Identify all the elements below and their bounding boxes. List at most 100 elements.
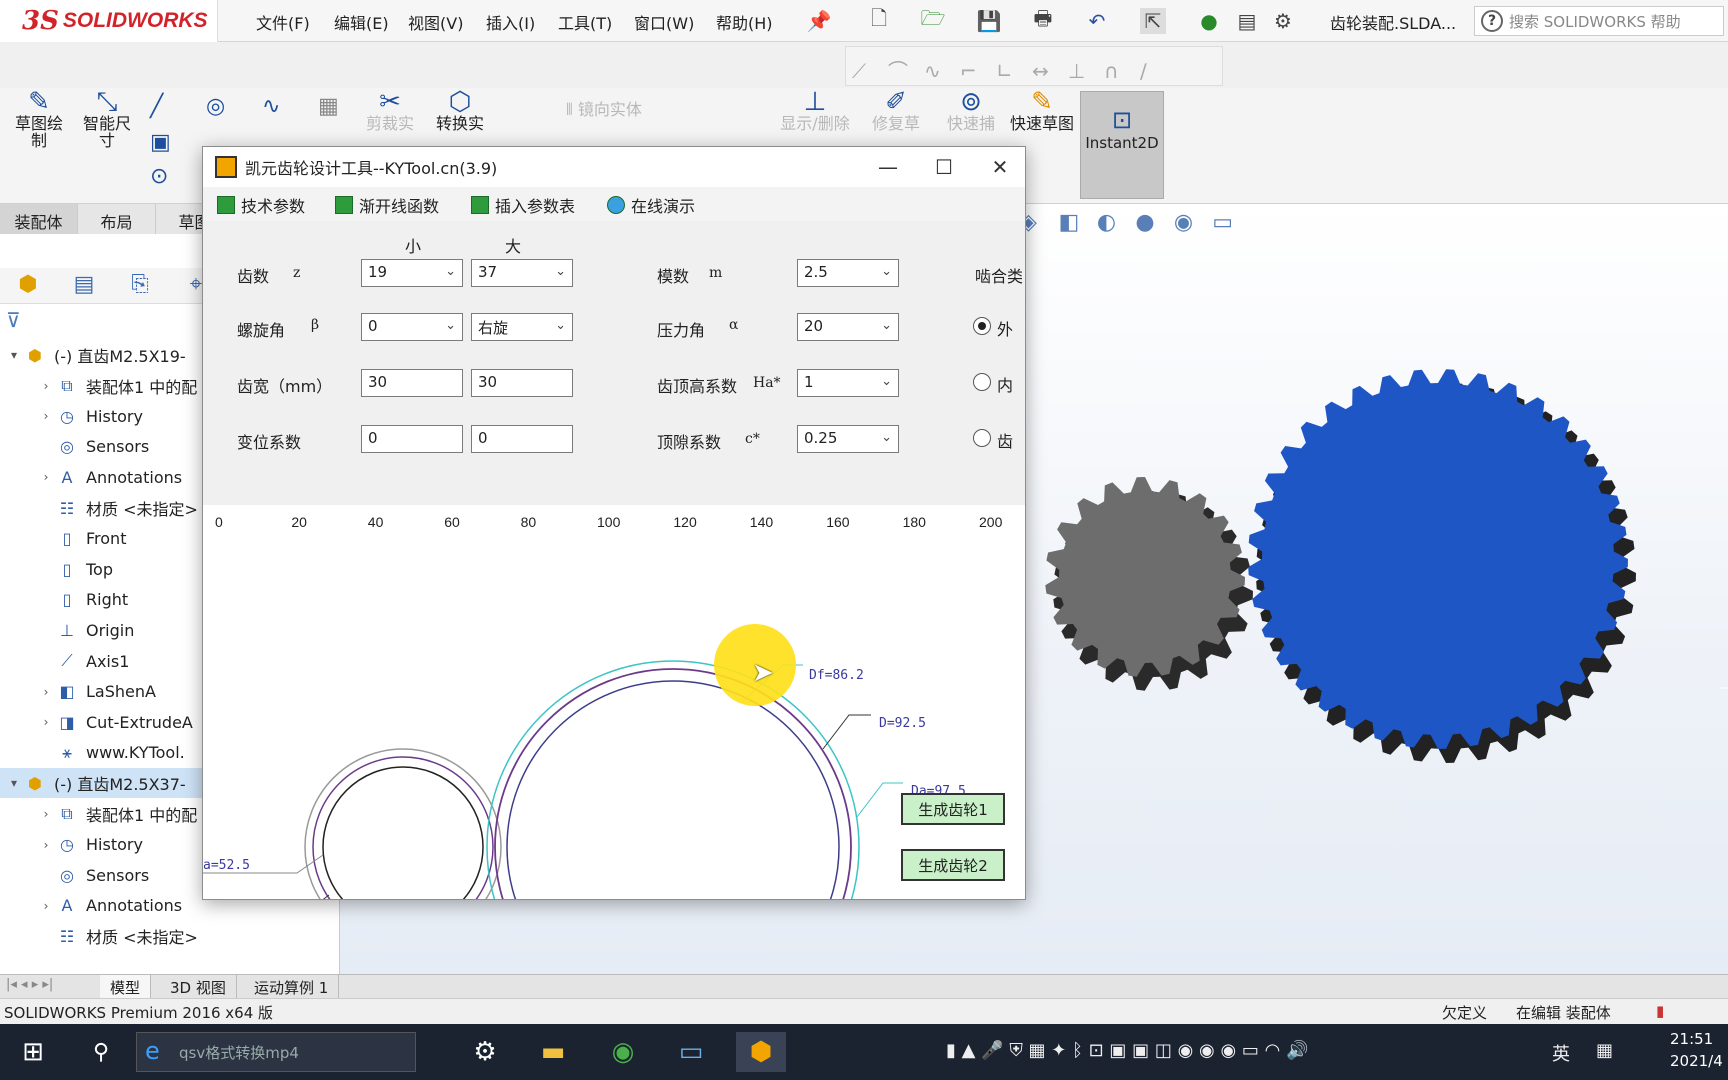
kytool-taskbar-icon[interactable]: ⬢ [736,1032,786,1072]
circle-icon[interactable]: ◎ [206,94,225,119]
grid-icon[interactable]: ▦ [318,94,339,119]
rebuild-icon[interactable]: ● [1196,8,1222,34]
expand-arrow-icon[interactable]: › [38,899,54,913]
menu-insert-table[interactable]: 插入参数表 [471,193,575,217]
sketch-arc-icon[interactable]: ⌒ [888,55,916,84]
tab-motion-study[interactable]: 运动算例 1 [244,975,340,999]
pressure-angle-select[interactable]: 20 ⌄ [797,313,899,341]
repair-sketch-button[interactable]: ✐ 修复草 [866,89,926,132]
clearance-coef-select[interactable]: 0.25 ⌄ [797,425,899,453]
expand-arrow-icon[interactable]: › [38,838,54,852]
tree-item[interactable]: ☷ 材质 <未指定> [0,921,340,951]
line-icon[interactable]: ╱ [150,94,163,119]
addendum-coef-select[interactable]: 1 ⌄ [797,369,899,397]
large-gear[interactable] [1248,369,1636,763]
expand-arrow-icon[interactable]: › [38,409,54,423]
open-file-icon[interactable]: 🗁 [920,6,946,34]
expand-arrow-icon[interactable]: ▾ [6,776,22,790]
convert-button[interactable]: ⬡ 转换实 [428,89,492,132]
sketch-slot-icon[interactable]: ∕ [1140,59,1168,83]
menu-edit[interactable]: 编辑(E) [334,10,389,34]
appearance-icon[interactable]: ● [1135,210,1169,235]
tab-layout[interactable]: 布局 [78,204,156,234]
expand-arrow-icon[interactable]: › [38,715,54,729]
expand-arrow-icon[interactable]: › [38,807,54,821]
mesh-rack-option[interactable]: 齿轮 [971,429,1025,449]
trim-button[interactable]: ✂ 剪裁实 [360,89,420,132]
menu-view[interactable]: 视图(V) [408,10,463,34]
menu-help[interactable]: 帮助(H) [716,10,773,34]
sketch-chamfer-icon[interactable]: ∟ [996,59,1024,83]
teeth-large-select[interactable]: 37 ⌄ [471,259,573,287]
teeth-small-select[interactable]: 19 ⌄ [361,259,463,287]
configuration-manager-icon[interactable]: ⎘ [120,272,160,300]
select-icon[interactable]: ⇱ [1140,8,1166,34]
sketch-relation-icon[interactable]: ⊥ [1068,59,1096,83]
radio-rack[interactable] [973,429,991,447]
tab-assembly[interactable]: 装配体 [0,204,78,234]
feature-manager-icon[interactable]: ⬢ [8,272,48,300]
module-select[interactable]: 2.5 ⌄ [797,259,899,287]
width-large-input[interactable]: 30 [471,369,573,397]
sketch-dim-icon[interactable]: ↔ [1032,59,1060,83]
mirror-entities-button[interactable]: ⫴ 镜向实体 [566,96,642,120]
browser-app-icon[interactable]: ◉ [598,1032,648,1072]
undo-icon[interactable]: ↶ [1084,8,1110,34]
tab-model[interactable]: 模型 [100,975,152,999]
minimize-button[interactable]: — [863,147,913,187]
ime-indicator[interactable]: 英 [1552,1040,1570,1066]
menu-tools[interactable]: 工具(T) [558,10,612,34]
window-app-icon[interactable]: ▭ [666,1032,716,1072]
taskbar-search-input[interactable]: e qsv格式转换mp4 [136,1032,416,1072]
tray-icons[interactable]: ▮ ▲ 🎤 ⛨ ▦ ✦ ᛒ ⊡ ▣ ▣ ◫ ◉ ◉ ◉ ▭ ◠ 🔊 [946,1040,1308,1061]
input-grid-icon[interactable]: ▦ [1596,1040,1613,1061]
menu-file[interactable]: 文件(F) [256,10,310,34]
maximize-button[interactable]: ☐ [919,147,969,187]
shift-large-input[interactable]: 0 [471,425,573,453]
property-manager-icon[interactable]: ▤ [64,272,104,300]
quick-snap-button[interactable]: ⊚ 快速捕 [940,89,1002,132]
rebuild-status-icon[interactable]: ▮ [1656,1002,1664,1020]
mesh-external-option[interactable]: 外啮 [971,317,1025,337]
filter-icon[interactable]: ⊽ [6,308,21,332]
generate-gear1-button[interactable]: 生成齿轮1 [901,793,1005,825]
close-button[interactable]: ✕ [975,147,1025,187]
width-small-input[interactable]: 30 [361,369,463,397]
scene-icon[interactable]: ◉ [1174,210,1208,235]
spline-icon[interactable]: ∿ [262,94,280,119]
print-icon[interactable]: 🖶 [1030,6,1056,34]
pin-icon[interactable]: 📌 [806,8,832,34]
dialog-title-bar[interactable]: 凯元齿轮设计工具--KYTool.cn(3.9) — ☐ ✕ [203,147,1025,187]
helix-hand-select[interactable]: 右旋 ⌄ [471,313,573,341]
rapid-sketch-button[interactable]: ✎ 快速草图 [1010,89,1074,132]
expand-arrow-icon[interactable]: › [38,379,54,393]
radio-external[interactable] [973,317,991,335]
instant2d-button[interactable]: ⊡ Instant2D [1080,91,1164,199]
menu-tech-params[interactable]: 技术参数 [217,193,305,217]
options-gear-icon[interactable]: ⚙ [1270,8,1296,34]
save-icon[interactable]: 💾 [976,8,1002,34]
show-delete-button[interactable]: ⊥ 显示/删除 [770,89,860,132]
new-file-icon[interactable]: 🗋 [866,6,892,34]
expand-arrow-icon[interactable]: › [38,470,54,484]
menu-window[interactable]: 窗口(W) [634,10,694,34]
slot-icon[interactable]: ⊙ [150,164,168,189]
sketch-point-icon[interactable]: ∩ [1104,59,1132,83]
small-gear[interactable] [1045,477,1253,691]
hide-show-icon[interactable]: ◐ [1097,210,1131,235]
helix-small-select[interactable]: 0 ⌄ [361,313,463,341]
expand-arrow-icon[interactable]: › [38,685,54,699]
expand-arrow-icon[interactable]: ▾ [6,348,22,362]
settings-app-icon[interactable]: ⚙ [460,1032,510,1072]
shift-small-input[interactable]: 0 [361,425,463,453]
tab-3d-view[interactable]: 3D 视图 [160,975,237,999]
radio-internal[interactable] [973,373,991,391]
search-icon[interactable]: ⚲ [76,1032,126,1072]
file-properties-icon[interactable]: ▤ [1234,8,1260,34]
menu-online-demo[interactable]: 在线演示 [607,193,695,217]
sketch-line-icon[interactable]: ⟋ [852,59,880,83]
solidworks-logo[interactable]: 3S SOLIDWORKS [0,0,218,42]
sketch-button[interactable]: ✎ 草图绘制 [8,89,70,149]
view-settings-icon[interactable]: ▭ [1212,210,1246,235]
menu-involute[interactable]: 渐开线函数 [335,193,439,217]
